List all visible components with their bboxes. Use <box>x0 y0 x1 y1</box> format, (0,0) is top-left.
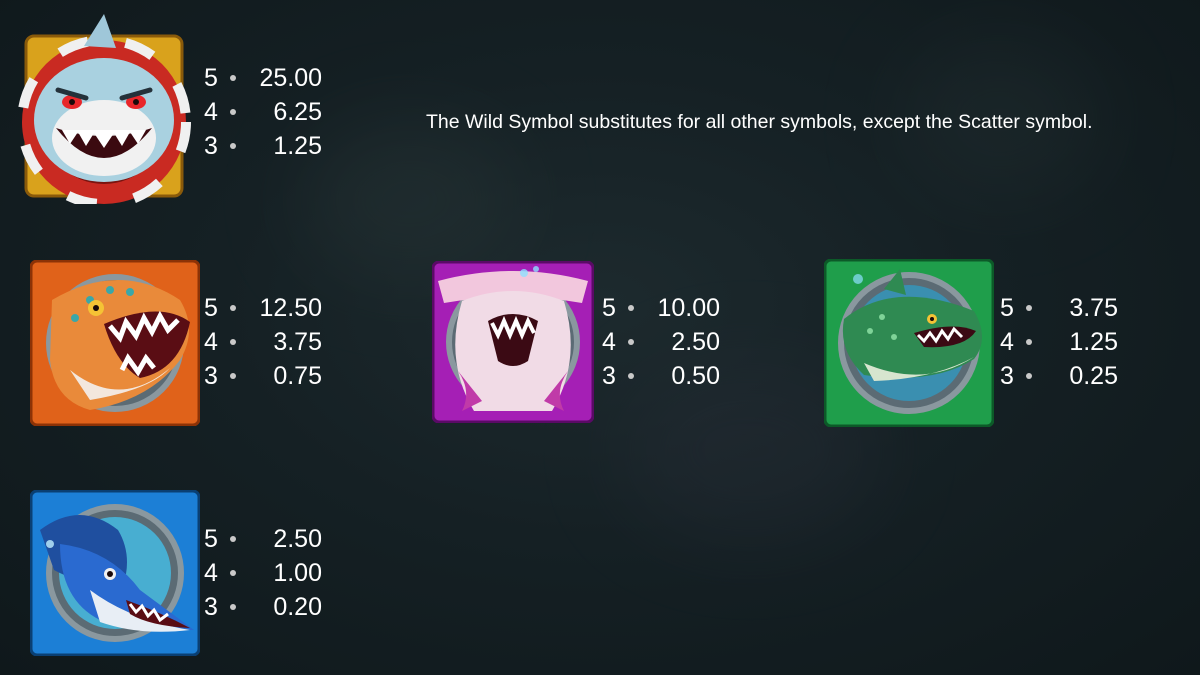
bullet-dot <box>628 305 634 311</box>
bullet-dot <box>230 75 236 81</box>
pink-hammerhead-symbol <box>432 261 594 423</box>
payout-value: 0.20 <box>273 593 322 621</box>
symbol-count: 5 <box>602 294 616 322</box>
background-glow <box>300 120 520 280</box>
blue-swordfish-symbol <box>30 490 200 656</box>
symbol-count: 4 <box>602 328 616 356</box>
orange-shark-paytable: 5 12.50 4 3.75 3 0.75 <box>204 291 322 393</box>
payout-value: 0.75 <box>273 362 322 390</box>
bullet-dot <box>628 339 634 345</box>
payout-row: 5 2.50 <box>204 522 322 556</box>
payout-value: 6.25 <box>273 98 322 126</box>
symbol-count: 3 <box>204 362 218 390</box>
payout-value: 3.75 <box>1069 294 1118 322</box>
payout-value: 1.00 <box>273 559 322 587</box>
bullet-dot <box>230 143 236 149</box>
symbol-count: 5 <box>204 294 218 322</box>
payout-row: 3 1.25 <box>204 129 322 163</box>
symbol-count: 3 <box>1000 362 1014 390</box>
symbol-count: 5 <box>204 525 218 553</box>
bullet-dot <box>230 373 236 379</box>
symbol-count: 5 <box>204 64 218 92</box>
wild-description: The Wild Symbol substitutes for all othe… <box>426 111 1093 133</box>
payout-value: 1.25 <box>273 132 322 160</box>
bullet-dot <box>230 570 236 576</box>
payout-value: 25.00 <box>259 64 322 92</box>
symbol-count: 5 <box>1000 294 1014 322</box>
bullet-dot <box>230 305 236 311</box>
bullet-dot <box>1026 339 1032 345</box>
bullet-dot <box>230 109 236 115</box>
payout-row: 4 1.25 <box>1000 325 1118 359</box>
symbol-count: 4 <box>204 328 218 356</box>
green-whale-shark-icon <box>824 259 994 427</box>
wild-shark-icon <box>17 14 191 204</box>
payout-value: 2.50 <box>671 328 720 356</box>
green-whale-shark-paytable: 5 3.75 4 1.25 3 0.25 <box>1000 291 1118 393</box>
orange-shark-symbol <box>30 260 200 426</box>
payout-row: 3 0.20 <box>204 590 322 624</box>
wild-shark-symbol <box>12 12 196 204</box>
symbol-count: 4 <box>204 98 218 126</box>
bullet-dot <box>628 373 634 379</box>
payout-row: 4 2.50 <box>602 325 720 359</box>
payout-row: 4 6.25 <box>204 95 322 129</box>
payout-row: 3 0.75 <box>204 359 322 393</box>
payout-value: 3.75 <box>273 328 322 356</box>
payout-value: 2.50 <box>273 525 322 553</box>
wild-shark-paytable: 5 25.00 4 6.25 3 1.25 <box>204 61 322 163</box>
payout-row: 5 12.50 <box>204 291 322 325</box>
bullet-dot <box>230 604 236 610</box>
payout-value: 1.25 <box>1069 328 1118 356</box>
payout-row: 3 0.25 <box>1000 359 1118 393</box>
payout-value: 0.25 <box>1069 362 1118 390</box>
blue-swordfish-icon <box>30 490 200 656</box>
blue-swordfish-paytable: 5 2.50 4 1.00 3 0.20 <box>204 522 322 624</box>
payout-row: 5 3.75 <box>1000 291 1118 325</box>
symbol-count: 3 <box>602 362 616 390</box>
payout-row: 4 3.75 <box>204 325 322 359</box>
payout-value: 12.50 <box>259 294 322 322</box>
symbol-count: 4 <box>1000 328 1014 356</box>
payout-row: 4 1.00 <box>204 556 322 590</box>
symbol-count: 3 <box>204 132 218 160</box>
payout-value: 10.00 <box>657 294 720 322</box>
bullet-dot <box>1026 305 1032 311</box>
orange-shark-icon <box>30 260 200 426</box>
payout-value: 0.50 <box>671 362 720 390</box>
payout-row: 5 25.00 <box>204 61 322 95</box>
pink-hammerhead-paytable: 5 10.00 4 2.50 3 0.50 <box>602 291 720 393</box>
bullet-dot <box>230 536 236 542</box>
bullet-dot <box>230 339 236 345</box>
symbol-count: 3 <box>204 593 218 621</box>
symbol-count: 4 <box>204 559 218 587</box>
green-whale-shark-symbol <box>824 259 994 427</box>
payout-row: 5 10.00 <box>602 291 720 325</box>
bullet-dot <box>1026 373 1032 379</box>
payout-row: 3 0.50 <box>602 359 720 393</box>
pink-hammerhead-icon <box>432 261 594 423</box>
